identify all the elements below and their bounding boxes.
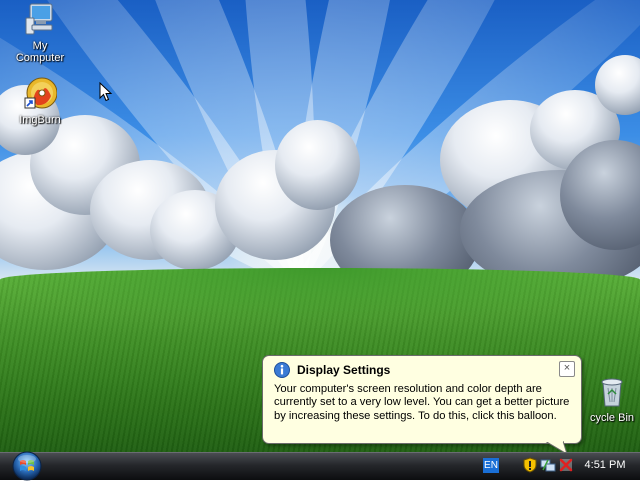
close-button[interactable]: ×: [559, 361, 575, 377]
taskbar-clock[interactable]: 4:51 PM: [580, 458, 630, 473]
recycle-bin-icon: [601, 378, 623, 407]
desktop-icon-my-computer[interactable]: My Computer: [4, 2, 76, 64]
desktop-icon-label: Computer: [15, 52, 65, 64]
imgburn-icon: [24, 77, 58, 109]
mouse-cursor-icon: [99, 82, 113, 102]
network-error-icon[interactable]: [558, 457, 574, 473]
display-settings-balloon[interactable]: Display Settings × Your computer's scree…: [262, 355, 582, 444]
info-icon: [274, 362, 290, 378]
network-icon[interactable]: [540, 457, 556, 473]
desktop-icon-label: ImgBurn: [19, 114, 61, 126]
balloon-title: Display Settings: [297, 363, 391, 377]
desktop-icon-recycle-bin[interactable]: cycle Bin: [576, 376, 640, 424]
computer-icon: [25, 3, 53, 35]
windows-start-orb[interactable]: [10, 451, 44, 481]
desktop-icon-label: cycle Bin: [589, 412, 635, 424]
balloon-message: Your computer's screen resolution and co…: [274, 383, 570, 422]
language-indicator[interactable]: EN: [483, 458, 499, 473]
cloud: [275, 120, 360, 210]
security-shield-icon[interactable]: [522, 457, 538, 473]
desktop-icon-imgburn[interactable]: ImgBurn: [4, 76, 76, 126]
desktop-icon-label: My: [32, 40, 48, 52]
